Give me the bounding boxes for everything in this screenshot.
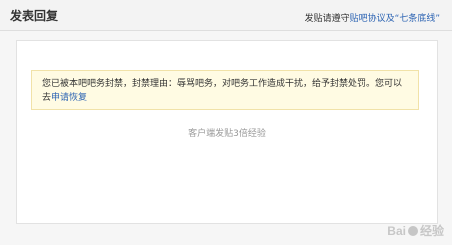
client-post-hint: 客户端发贴3倍经验 (188, 129, 266, 139)
watermark-left: Bai (387, 224, 406, 238)
agreement-link[interactable]: 贴吧协议及“七条底线” (350, 14, 440, 24)
reply-header: 发表回复 发贴请遵守贴吧协议及“七条底线” (0, 0, 452, 31)
appeal-link[interactable]: 申请恢复 (51, 93, 87, 103)
notice-prefix: 发贴请遵守 (304, 14, 350, 24)
watermark-right: 经验 (419, 224, 444, 238)
ban-notice: 您已被本吧吧务封禁，封禁理由：辱骂吧务，对吧务工作造成干扰，给予封禁处罚。您可以… (31, 70, 419, 110)
paw-icon (407, 226, 418, 236)
page-title: 发表回复 (10, 9, 59, 23)
reply-frame: 发表回复 发贴请遵守贴吧协议及“七条底线” 您已被本吧吧务封禁，封禁理由：辱骂吧… (0, 0, 452, 245)
baidu-watermark: Bai 经验 (387, 222, 444, 239)
ban-message: 您已被本吧吧务封禁，封禁理由：辱骂吧务，对吧务工作造成干扰，给予封禁处罚。您可以… (42, 79, 403, 103)
reply-panel: 您已被本吧吧务封禁，封禁理由：辱骂吧务，对吧务工作造成干扰，给予封禁处罚。您可以… (16, 40, 438, 224)
posting-notice: 发贴请遵守贴吧协议及“七条底线” (305, 11, 440, 24)
